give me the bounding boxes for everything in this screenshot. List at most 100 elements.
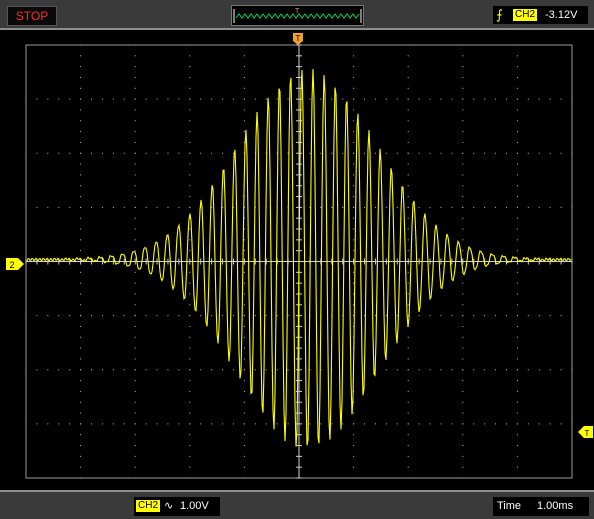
grid-dot	[342, 152, 344, 154]
grid-dot	[178, 206, 180, 208]
grid-dot	[287, 423, 289, 425]
grid-dot	[462, 412, 464, 414]
grid-dot	[134, 250, 136, 252]
grid-dot	[112, 369, 114, 371]
grid-dot	[123, 423, 125, 425]
trigger-position-marker[interactable]: T	[293, 33, 303, 45]
grid-dot	[429, 315, 431, 317]
grid-dot	[80, 282, 82, 284]
grid-dot	[189, 390, 191, 392]
grid-dot	[134, 228, 136, 230]
grid-dot	[462, 163, 464, 165]
grid-dot	[407, 466, 409, 468]
grid-dot	[243, 466, 245, 468]
grid-dot	[353, 174, 355, 176]
grid-dot	[134, 423, 136, 425]
grid-dot	[156, 315, 158, 317]
grid-dot	[462, 250, 464, 252]
grid-dot	[516, 477, 518, 479]
grid-dot	[123, 315, 125, 317]
grid-dot	[222, 369, 224, 371]
grid-dot	[243, 271, 245, 273]
grid-dot	[353, 163, 355, 165]
waveform-preview[interactable]: T	[231, 5, 364, 26]
channel-ground-marker[interactable]: 2	[6, 258, 24, 270]
grid-dot	[538, 206, 540, 208]
grid-dot	[462, 347, 464, 349]
grid-dot	[560, 98, 562, 100]
channel-scale[interactable]: CH2 ∿ 1.00V	[134, 497, 220, 516]
grid-dot	[407, 336, 409, 338]
grid-dot	[80, 239, 82, 241]
grid-dot	[505, 423, 507, 425]
grid-dot	[484, 369, 486, 371]
grid-dot	[407, 174, 409, 176]
grid-dot	[407, 455, 409, 457]
grid-dot	[407, 423, 409, 425]
grid-dot	[353, 109, 355, 111]
grid-dot	[527, 369, 529, 371]
trigger-level-marker[interactable]: T	[578, 426, 593, 438]
grid-dot	[462, 87, 464, 89]
grid-dot	[189, 282, 191, 284]
grid-dot	[134, 315, 136, 317]
grid-dot	[440, 98, 442, 100]
grid-dot	[167, 315, 169, 317]
grid-dot	[189, 315, 191, 317]
grid-dot	[134, 271, 136, 273]
grid-dot	[353, 271, 355, 273]
trigger-info[interactable]: ⨍ CH2 -3.12V	[493, 6, 588, 24]
run-stop-indicator[interactable]: STOP	[7, 6, 57, 26]
grid-dot	[364, 206, 366, 208]
grid-dot	[36, 98, 38, 100]
grid-dot	[243, 55, 245, 57]
grid-dot	[495, 423, 497, 425]
grid-dot	[385, 369, 387, 371]
grid-dot	[451, 152, 453, 154]
grid-dot	[495, 369, 497, 371]
grid-dot	[80, 369, 82, 371]
grid-dot	[91, 152, 93, 154]
grid-dot	[353, 185, 355, 187]
grid-dot	[80, 44, 82, 46]
grid-dot	[473, 98, 475, 100]
grid-dot	[418, 206, 420, 208]
grid-dot	[178, 369, 180, 371]
grid-dot	[429, 152, 431, 154]
grid-dot	[407, 271, 409, 273]
grid-dot	[364, 152, 366, 154]
grid-dot	[527, 315, 529, 317]
grid-dot	[462, 109, 464, 111]
grid-dot	[134, 293, 136, 295]
grid-dot	[123, 98, 125, 100]
grid-dot	[91, 423, 93, 425]
grid-dot	[69, 152, 71, 154]
grid-dot	[189, 445, 191, 447]
grid-dot	[451, 206, 453, 208]
grid-dot	[396, 206, 398, 208]
grid-dot	[243, 66, 245, 68]
grid-dot	[353, 293, 355, 295]
grid-dot	[462, 196, 464, 198]
grid-dot	[516, 185, 518, 187]
grid-dot	[462, 282, 464, 284]
grid-dot	[123, 152, 125, 154]
grid-dot	[243, 390, 245, 392]
grid-dot	[134, 196, 136, 198]
trigger-level-marker-label: T	[585, 429, 590, 438]
grid-dot	[516, 390, 518, 392]
grid-dot	[516, 66, 518, 68]
grid-dot	[189, 76, 191, 78]
timebase[interactable]: Time 1.00ms	[493, 497, 589, 516]
grid-dot	[396, 369, 398, 371]
grid-dot	[243, 477, 245, 479]
grid-dot	[309, 98, 311, 100]
grid-dot	[462, 390, 464, 392]
grid-dot	[167, 423, 169, 425]
grid-dot	[549, 315, 551, 317]
grid-dot	[516, 120, 518, 122]
grid-dot	[571, 98, 573, 100]
grid-dot	[484, 206, 486, 208]
grid-dot	[167, 98, 169, 100]
grid-dot	[353, 423, 355, 425]
